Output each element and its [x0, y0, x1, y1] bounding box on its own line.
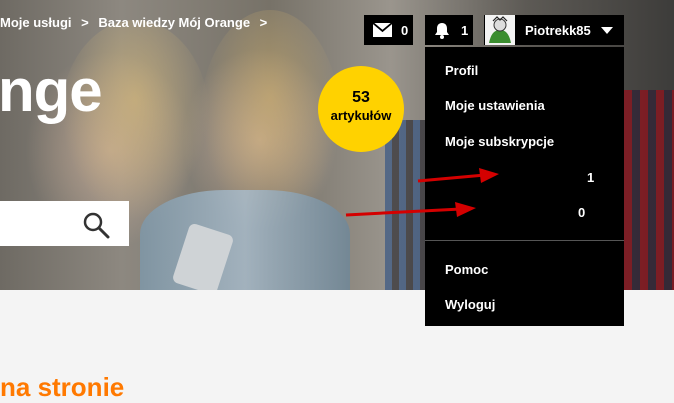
menu-divider: [425, 240, 624, 241]
article-count-label: artykułów: [330, 108, 392, 123]
menu-item-logout[interactable]: Wyloguj: [445, 297, 495, 312]
breadcrumb: Moje usługi > Baza wiedzy Mój Orange >: [0, 15, 273, 30]
breadcrumb-separator: >: [81, 15, 89, 30]
breadcrumb-link-services[interactable]: Moje usługi: [0, 15, 72, 30]
menu-count-1[interactable]: 1: [587, 170, 594, 185]
search-box: [0, 201, 129, 246]
menu-item-subscriptions[interactable]: Moje subskrypcje: [445, 134, 554, 149]
user-menu-toggle[interactable]: Piotrekk85: [484, 15, 624, 45]
avatar-image: [485, 15, 515, 45]
article-count-badge: 53 artykułów: [318, 66, 404, 152]
menu-item-settings[interactable]: Moje ustawienia: [445, 98, 545, 113]
bell-icon: [435, 22, 449, 39]
notifications-button[interactable]: 1: [425, 15, 473, 45]
menu-item-help[interactable]: Pomoc: [445, 262, 488, 277]
hero-photo-shirt: [140, 190, 350, 290]
article-count: 53: [352, 89, 370, 106]
section-title: na stronie: [0, 372, 125, 402]
breadcrumb-link-knowledge-base[interactable]: Baza wiedzy Mój Orange: [98, 15, 250, 30]
avatar: [485, 15, 515, 45]
red-arrow-1: [417, 168, 499, 183]
menu-count-2[interactable]: 0: [578, 205, 585, 220]
messages-button[interactable]: 0: [364, 15, 413, 45]
red-arrow-2: [345, 202, 476, 217]
breadcrumb-separator: >: [259, 15, 268, 30]
page-title: nge: [0, 57, 103, 124]
messages-count: 0: [401, 22, 409, 38]
envelope-icon: [373, 23, 392, 37]
search-input[interactable]: [0, 201, 82, 244]
search-icon[interactable]: [82, 211, 110, 239]
username: Piotrekk85: [525, 22, 591, 38]
notifications-count: 1: [461, 22, 469, 38]
menu-item-profile[interactable]: Profil: [445, 63, 478, 78]
chevron-down-icon: [600, 26, 613, 34]
